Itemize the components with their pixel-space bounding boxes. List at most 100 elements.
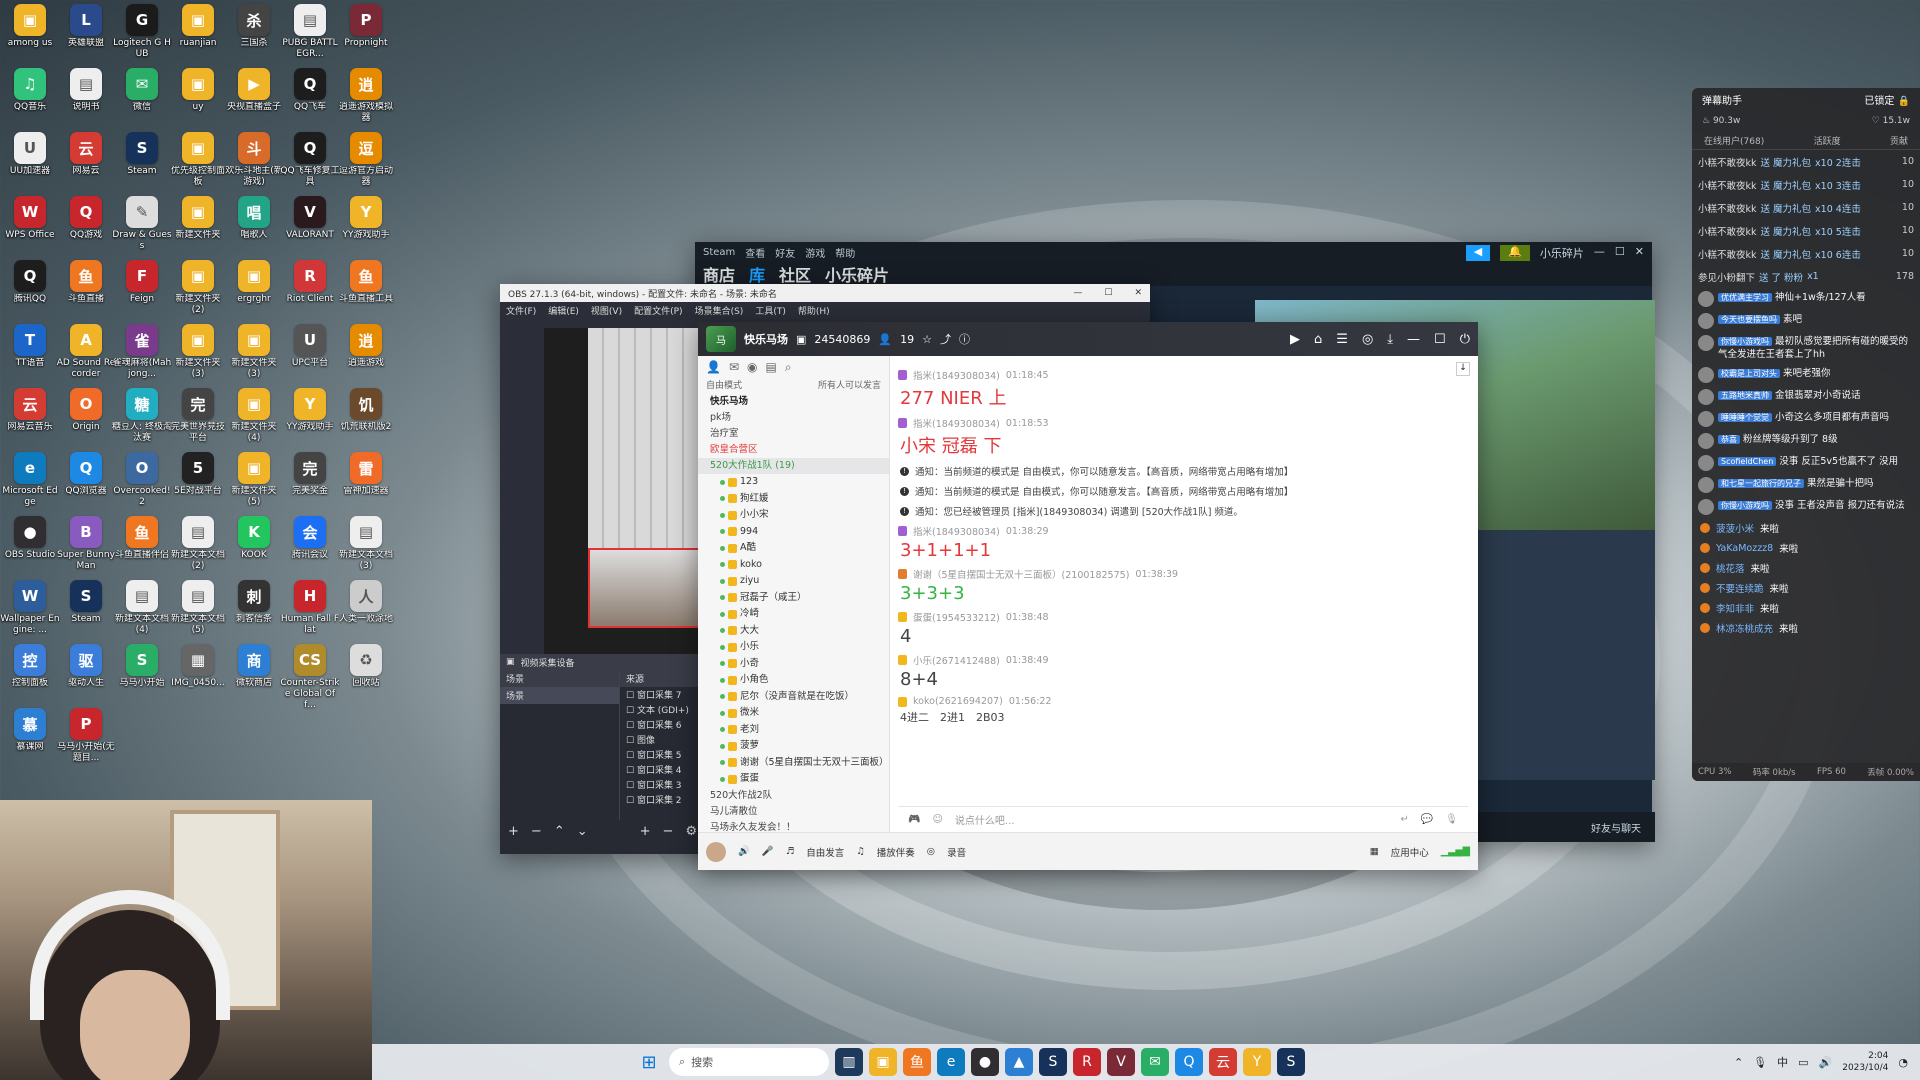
- obs-menu-item[interactable]: 配置文件(P): [634, 304, 682, 317]
- desktop-icon[interactable]: 逍逍遥游戏模拟器: [336, 68, 396, 124]
- chat-input-bar[interactable]: 🎮 ☺ 说点什么吧... ↵ 💬 🎙: [898, 806, 1468, 832]
- member-item[interactable]: 狗红媛: [698, 491, 889, 508]
- minimize-icon[interactable]: —: [1073, 288, 1082, 298]
- desktop-icon[interactable]: W Wallpaper Engine: ...: [0, 580, 60, 636]
- obs-menu-item[interactable]: 工具(T): [755, 304, 786, 317]
- message-sender[interactable]: 指米(1849308034): [913, 416, 1000, 430]
- desktop-icon[interactable]: ▣ 新建文件夹 (5): [224, 452, 284, 508]
- chat-input[interactable]: 说点什么吧...: [955, 812, 1389, 827]
- down-icon[interactable]: ⌄: [577, 824, 588, 839]
- desktop-icon[interactable]: ▣ ergrghr: [224, 260, 284, 305]
- avatar[interactable]: [706, 841, 726, 862]
- desktop-icon[interactable]: ● OBS Studio: [0, 516, 60, 561]
- message-sender[interactable]: 指米(1849308034): [913, 524, 1000, 538]
- info-icon[interactable]: ⓘ: [959, 331, 970, 347]
- mic-icon[interactable]: 🎤: [762, 846, 774, 857]
- mic-icon[interactable]: 🎙: [1445, 814, 1458, 825]
- desktop-icon[interactable]: 刺刺客信条: [224, 580, 284, 625]
- desktop-icon[interactable]: R Riot Client: [280, 260, 340, 305]
- yy-voice-window[interactable]: 马 快乐马场 ▣ 24540869 👤 19 ☆ ⤴ ⓘ ▶ ⌂ ☰ ◎ ⤓ — ☐ ⏻ 👤 ✉ ◉ ▤ ⌕ …: [698, 322, 1478, 870]
- desktop-icon[interactable]: 饥饥荒联机版2: [336, 388, 396, 433]
- record-button[interactable]: 录音: [947, 845, 966, 859]
- taskbar-app-icon[interactable]: V: [1107, 1048, 1135, 1076]
- obs-menu-item[interactable]: 文件(F): [506, 304, 536, 317]
- desktop-icon[interactable]: O Overcooked! 2: [112, 452, 172, 508]
- desktop-icon[interactable]: ▣ 新建文件夹 (3): [224, 324, 284, 380]
- member-item[interactable]: 小奇: [698, 656, 889, 673]
- desktop-icon[interactable]: ▤ 新建文本文档 (4): [112, 580, 172, 636]
- checkbox-icon[interactable]: ☐: [626, 736, 637, 746]
- remove-icon[interactable]: −: [531, 824, 542, 839]
- desktop-icon[interactable]: 5 5E对战平台: [168, 452, 228, 497]
- steam-tab[interactable]: 社区: [779, 262, 811, 286]
- desktop-icon[interactable]: 驱驱动人生: [56, 644, 116, 689]
- desktop-icon[interactable]: 雀雀魂麻将(Mahjong...: [112, 324, 172, 380]
- maximize-icon[interactable]: ☐: [1615, 245, 1625, 261]
- comment-user[interactable]: 优优满主学习: [1718, 293, 1772, 302]
- tab-online[interactable]: 在线用户(768): [1704, 134, 1764, 147]
- comment-user[interactable]: 校霸是上司对头: [1718, 369, 1780, 378]
- member-item[interactable]: A酷: [698, 540, 889, 557]
- desktop-icon[interactable]: ♫ QQ音乐: [0, 68, 60, 113]
- store-icon[interactable]: ▲: [1005, 1048, 1033, 1076]
- comment-user[interactable]: 睡睡睡个觉觉: [1718, 413, 1772, 422]
- close-icon[interactable]: ✕: [1134, 288, 1142, 298]
- desktop-icon[interactable]: ▤ PUBG BATTLEGR...: [280, 4, 340, 60]
- edge-icon[interactable]: e: [937, 1048, 965, 1076]
- folder-icon[interactable]: ▣: [869, 1048, 897, 1076]
- desktop-icon[interactable]: A AD Sound Recorder: [56, 324, 116, 380]
- avatar[interactable]: [1698, 313, 1714, 329]
- avatar[interactable]: [1698, 389, 1714, 405]
- steam-menu-item[interactable]: 好友: [775, 245, 795, 260]
- visit-user[interactable]: 菠菠小米: [1716, 521, 1754, 535]
- desktop-icon[interactable]: L 英雄联盟: [56, 4, 116, 49]
- comment-user[interactable]: 和七星一起旅行的兄子: [1718, 479, 1804, 488]
- clock[interactable]: 2:04 2023/10/4: [1842, 1050, 1888, 1074]
- member-item[interactable]: ziyu: [698, 573, 889, 590]
- steam-tab[interactable]: 库: [749, 262, 765, 286]
- chevron-up-icon[interactable]: ⌃: [1734, 1056, 1743, 1069]
- desktop-icon[interactable]: e Microsoft Edge: [0, 452, 60, 508]
- friends-chat-label[interactable]: 好友与聊天: [1591, 820, 1641, 835]
- desktop-icon[interactable]: ▣ 新建文件夹: [168, 196, 228, 241]
- visit-user[interactable]: 李知非非: [1716, 601, 1754, 615]
- minimize-icon[interactable]: —: [1407, 332, 1420, 347]
- checkbox-icon[interactable]: ☐: [626, 766, 637, 776]
- desktop-icon[interactable]: ▣ ruanjian: [168, 4, 228, 49]
- message-sender[interactable]: 蛋蛋(1954533212): [913, 610, 1000, 624]
- desktop-icon[interactable]: 雷雷神加速器: [336, 452, 396, 497]
- yy-icon[interactable]: Y: [1243, 1048, 1271, 1076]
- avatar[interactable]: [1698, 477, 1714, 493]
- qq-icon[interactable]: Q: [1175, 1048, 1203, 1076]
- maximize-icon[interactable]: ☐: [1104, 288, 1112, 298]
- taskbar-app-icon[interactable]: 鱼: [903, 1048, 931, 1076]
- comment-user[interactable]: ScofieldChen: [1718, 457, 1777, 466]
- desktop-icon[interactable]: W WPS Office: [0, 196, 60, 241]
- message-sender[interactable]: koko(2621694207): [913, 696, 1003, 707]
- comment-user[interactable]: 今天也要摆鱼吗: [1718, 315, 1780, 324]
- message-sender[interactable]: 谢谢（5星自摆国士无双十三面板）(2100182575): [913, 567, 1129, 581]
- tab-activity[interactable]: 活跃度: [1814, 134, 1841, 147]
- chat-icon[interactable]: ✉: [729, 360, 739, 374]
- desktop-icon[interactable]: 人人类一败涂地: [336, 580, 396, 625]
- desktop-icon[interactable]: ✉ 微信: [112, 68, 172, 113]
- desktop-icon[interactable]: ▤ 新建文本文档 (3): [336, 516, 396, 572]
- desktop-icon[interactable]: B Super Bunny Man: [56, 516, 116, 572]
- desktop-icon[interactable]: 会腾讯会议: [280, 516, 340, 561]
- checkbox-icon[interactable]: ☐: [626, 796, 637, 806]
- danmu-helper[interactable]: 弹幕助手 已锁定 🔒 ♨ 90.3w ♡ 15.1w 在线用户(768) 活跃度 贡献 …: [1692, 88, 1920, 781]
- desktop-icon[interactable]: 慕慕课网: [0, 708, 60, 753]
- desktop-icon[interactable]: 完完美奖金: [280, 452, 340, 497]
- desktop-icon[interactable]: 商微软商店: [224, 644, 284, 689]
- member-item[interactable]: 994: [698, 524, 889, 541]
- desktop-icon[interactable]: 鱼斗鱼直播伴侣: [112, 516, 172, 561]
- add-icon[interactable]: +: [640, 824, 651, 839]
- obs-menu-item[interactable]: 场景集合(S): [695, 304, 744, 317]
- add-icon[interactable]: +: [508, 824, 519, 839]
- desktop-icon[interactable]: 杀三国杀: [224, 4, 284, 49]
- desktop-icon[interactable]: ▤ 新建文本文档 (2): [168, 516, 228, 572]
- enter-icon[interactable]: ↵: [1400, 814, 1408, 825]
- checkbox-icon[interactable]: ☐: [626, 721, 637, 731]
- channel-item[interactable]: 快乐马场: [698, 394, 889, 410]
- gamepad-icon[interactable]: ◎: [1362, 332, 1373, 347]
